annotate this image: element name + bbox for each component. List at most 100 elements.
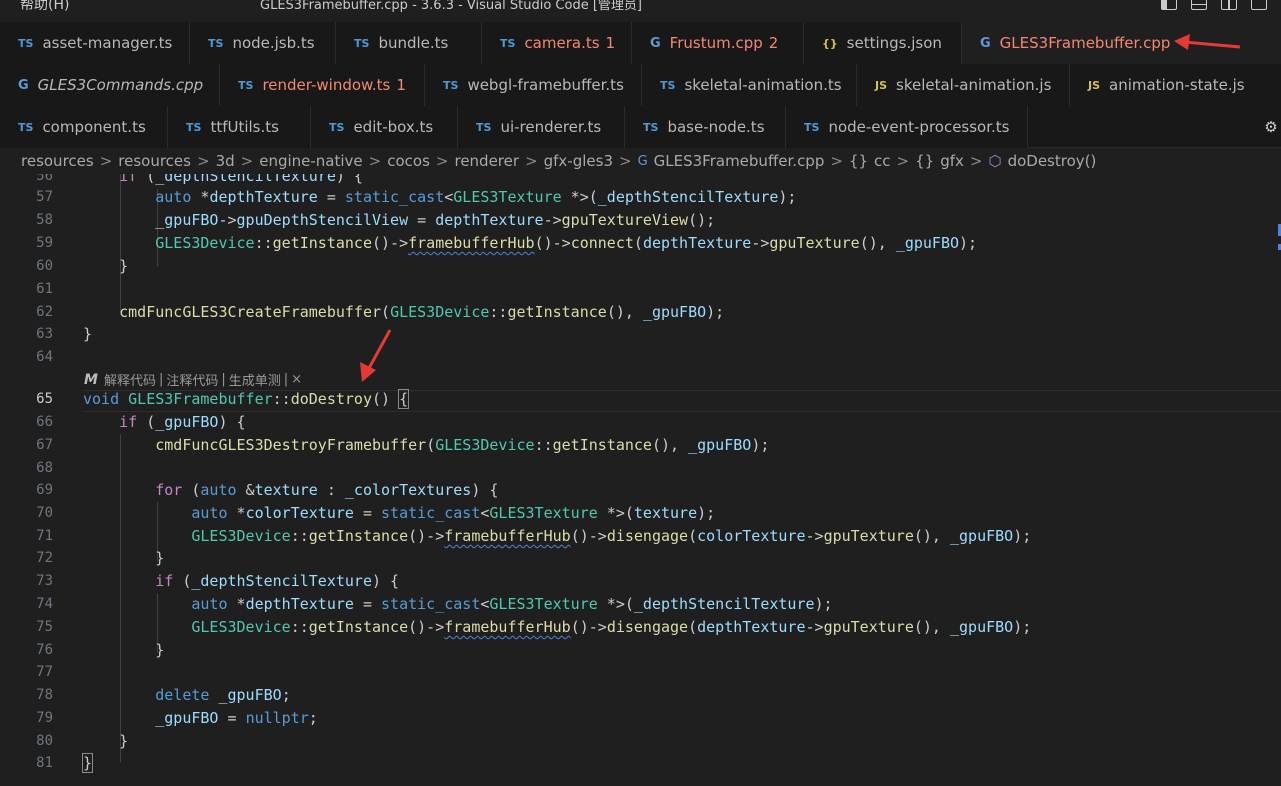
- line-number: 66: [36, 414, 53, 430]
- cpp-icon: G: [980, 35, 991, 51]
- breadcrumb-item[interactable]: cocos: [387, 152, 430, 170]
- tab-label: webgl-framebuffer.ts: [467, 76, 624, 94]
- tab-label: ttfUtils.ts: [210, 118, 279, 136]
- breadcrumb-item[interactable]: cc: [874, 152, 891, 170]
- tab-label: component.ts: [42, 118, 146, 136]
- line-number: 59: [36, 235, 53, 251]
- line-number: 78: [36, 687, 53, 703]
- explain-code-link[interactable]: 解释代码: [104, 370, 156, 389]
- typescript-icon: TS: [329, 120, 345, 134]
- line-number: 73: [36, 573, 53, 589]
- tab-edit-box[interactable]: TS edit-box.ts: [311, 106, 458, 148]
- breadcrumb-item[interactable]: gfx: [940, 152, 964, 170]
- chevron-right-icon: >: [368, 152, 382, 170]
- line-number: 77: [36, 664, 53, 680]
- chevron-right-icon: >: [619, 152, 632, 170]
- line-number: 69: [36, 482, 53, 498]
- code-line: for (auto &texture : _colorTextures) {: [155, 481, 499, 499]
- code-line: _gpuFBO = nullptr;: [155, 709, 318, 727]
- tab-skeletal-animation-js[interactable]: JS skeletal-animation.js: [857, 64, 1070, 106]
- chevron-right-icon: >: [525, 152, 538, 170]
- tab-node-jsb[interactable]: TS node.jsb.ts: [190, 22, 336, 64]
- line-number: 63: [36, 326, 53, 342]
- code-line: GLES3Device::getInstance()->framebufferH…: [191, 618, 1032, 636]
- breadcrumb-item[interactable]: renderer: [454, 152, 519, 170]
- code-editor[interactable]: 56 57 58 59 60 61 62 63 64 65 66 67 68 6…: [0, 174, 1281, 786]
- tab-ttfutils[interactable]: TS ttfUtils.ts: [168, 106, 311, 148]
- code-line: }: [83, 732, 129, 750]
- line-number: 61: [36, 281, 53, 297]
- typescript-icon: TS: [643, 120, 659, 134]
- editor-actions-icon[interactable]: ⚙: [1261, 106, 1281, 148]
- tab-animation-state[interactable]: JS animation-state.js: [1070, 64, 1281, 106]
- tab-render-window[interactable]: TS render-window.ts 1: [220, 64, 425, 106]
- typescript-icon: TS: [238, 78, 254, 92]
- line-number: 60: [36, 258, 53, 274]
- chevron-right-icon: >: [240, 152, 254, 170]
- tab-ui-renderer[interactable]: TS ui-renderer.ts: [458, 106, 625, 148]
- toggle-secondary-sidebar-icon[interactable]: [1221, 0, 1237, 10]
- line-number: 71: [36, 528, 53, 544]
- menu-help[interactable]: 帮助(H): [20, 0, 69, 14]
- tab-node-event-processor[interactable]: TS node-event-processor.ts: [786, 106, 1028, 148]
- tab-label: GLES3Commands.cpp: [37, 76, 204, 94]
- tab-label: camera.ts: [524, 34, 600, 52]
- javascript-icon: JS: [875, 78, 888, 92]
- breadcrumb-item[interactable]: 3d: [216, 152, 235, 170]
- code-line: GLES3Device::getInstance()->framebufferH…: [155, 234, 978, 252]
- tab-bundle[interactable]: TS bundle.ts: [336, 22, 482, 64]
- code-line: }: [83, 641, 165, 659]
- tab-base-node[interactable]: TS base-node.ts: [625, 106, 786, 148]
- comment-code-link[interactable]: 注释代码: [166, 370, 218, 389]
- code-line: }: [83, 325, 93, 343]
- line-number: 58: [36, 212, 53, 228]
- code-line: auto *depthTexture = static_cast<GLES3Te…: [155, 188, 797, 206]
- tab-label: edit-box.ts: [353, 118, 434, 136]
- tab-skeletal-animation-ts[interactable]: TS skeletal-animation.ts: [642, 64, 857, 106]
- line-number: 56: [36, 174, 53, 184]
- typescript-icon: TS: [354, 36, 370, 50]
- tab-label: bundle.ts: [378, 34, 449, 52]
- breadcrumb-item[interactable]: engine-native: [259, 152, 362, 170]
- tab-webgl-framebuffer[interactable]: TS webgl-framebuffer.ts: [425, 64, 642, 106]
- code-line: }: [81, 753, 94, 773]
- code-line: }: [83, 549, 165, 567]
- tab-asset-manager[interactable]: TS asset-manager.ts: [0, 22, 190, 64]
- breadcrumb-item[interactable]: GLES3Framebuffer.cpp: [654, 152, 825, 170]
- tab-gles3commands[interactable]: G GLES3Commands.cpp: [0, 64, 220, 106]
- tab-label: settings.json: [846, 34, 942, 52]
- problem-count-badge: 1: [396, 76, 406, 94]
- tab-settings-json[interactable]: {} settings.json: [804, 22, 962, 64]
- breadcrumb-item[interactable]: gfx-gles3: [544, 152, 613, 170]
- tab-row-1: TS asset-manager.ts TS node.jsb.ts TS bu…: [0, 22, 1281, 64]
- toggle-panel-icon[interactable]: [1191, 0, 1207, 10]
- typescript-icon: TS: [804, 120, 820, 134]
- close-icon[interactable]: ×: [291, 372, 302, 387]
- chevron-right-icon: >: [435, 152, 449, 170]
- tab-frustum[interactable]: G Frustum.cpp 2: [632, 22, 804, 64]
- toggle-sidebar-icon[interactable]: [1161, 0, 1177, 10]
- title-bar: 帮助(H) GLES3Framebuffer.cpp - 3.6.3 - Vis…: [0, 0, 1281, 22]
- generate-unit-test-link[interactable]: 生成单测: [229, 370, 281, 389]
- breadcrumb-item[interactable]: doDestroy(): [1008, 152, 1097, 170]
- line-number: 76: [36, 642, 53, 658]
- problem-count-badge: 1: [605, 34, 616, 52]
- namespace-icon: {}: [848, 152, 869, 170]
- code-line: auto *colorTexture = static_cast<GLES3Te…: [191, 504, 716, 522]
- breadcrumb-item[interactable]: resources: [118, 152, 191, 170]
- customize-layout-icon[interactable]: [1251, 0, 1267, 10]
- tab-component[interactable]: TS component.ts: [0, 106, 168, 148]
- typescript-icon: TS: [18, 120, 34, 134]
- codelens-separator: |: [158, 372, 164, 387]
- ai-assistant-logo-icon: M: [84, 371, 98, 388]
- window-title: GLES3Framebuffer.cpp - 3.6.3 - Visual St…: [260, 0, 642, 13]
- line-number: 57: [36, 189, 53, 205]
- typescript-icon: TS: [476, 120, 492, 134]
- breadcrumb-item[interactable]: resources: [21, 152, 94, 170]
- cpp-icon: G: [650, 35, 661, 51]
- tab-label: node.jsb.ts: [232, 34, 315, 52]
- tab-camera[interactable]: TS camera.ts 1: [482, 22, 632, 64]
- code-line: auto *depthTexture = static_cast<GLES3Te…: [191, 595, 833, 613]
- tab-row-3: TS component.ts TS ttfUtils.ts TS edit-b…: [0, 106, 1281, 148]
- cpp-icon: G: [637, 153, 648, 169]
